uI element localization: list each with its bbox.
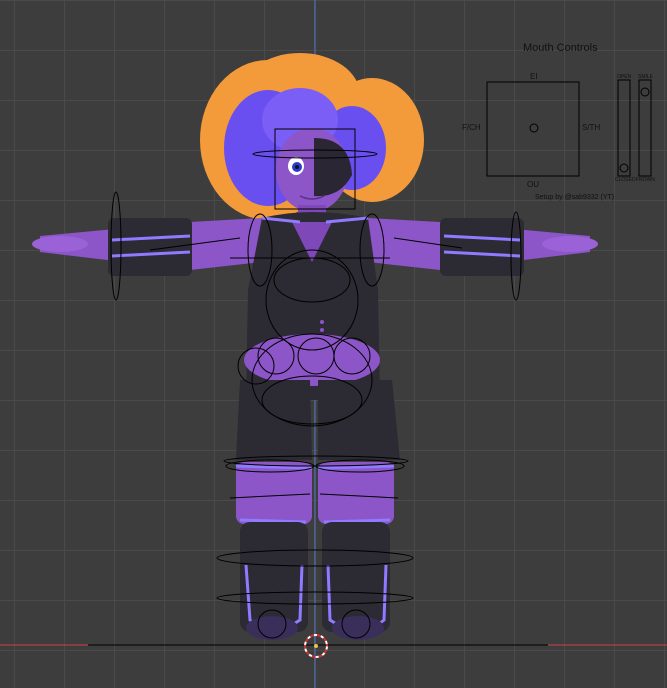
- mouth-shape-pad[interactable]: [486, 81, 580, 177]
- label-open: OPEN: [617, 74, 632, 80]
- label-frown: FROWN: [636, 177, 655, 183]
- 3d-cursor[interactable]: [304, 634, 328, 658]
- credit-text: Setup by @sab9332 (YT): [535, 194, 615, 201]
- label-ou: OU: [527, 180, 539, 189]
- label-sth: S/TH: [582, 123, 601, 132]
- scene-svg: [0, 0, 667, 688]
- mouth-controls-panel[interactable]: [486, 79, 652, 177]
- label-ei: EI: [530, 72, 538, 81]
- legs: [235, 380, 400, 640]
- label-fch: F/CH: [462, 123, 481, 132]
- 3d-viewport[interactable]: Mouth Controls EI F/CH S/TH OU OPEN CLOS…: [0, 0, 667, 688]
- open-closed-slider[interactable]: [617, 79, 631, 177]
- label-closed: CLOSED: [615, 177, 636, 183]
- mouth-controls-title: Mouth Controls: [523, 42, 598, 54]
- label-smile: SMILE: [638, 74, 654, 80]
- smile-frown-slider[interactable]: [638, 79, 652, 177]
- mouth-shape-handle[interactable]: [529, 123, 539, 133]
